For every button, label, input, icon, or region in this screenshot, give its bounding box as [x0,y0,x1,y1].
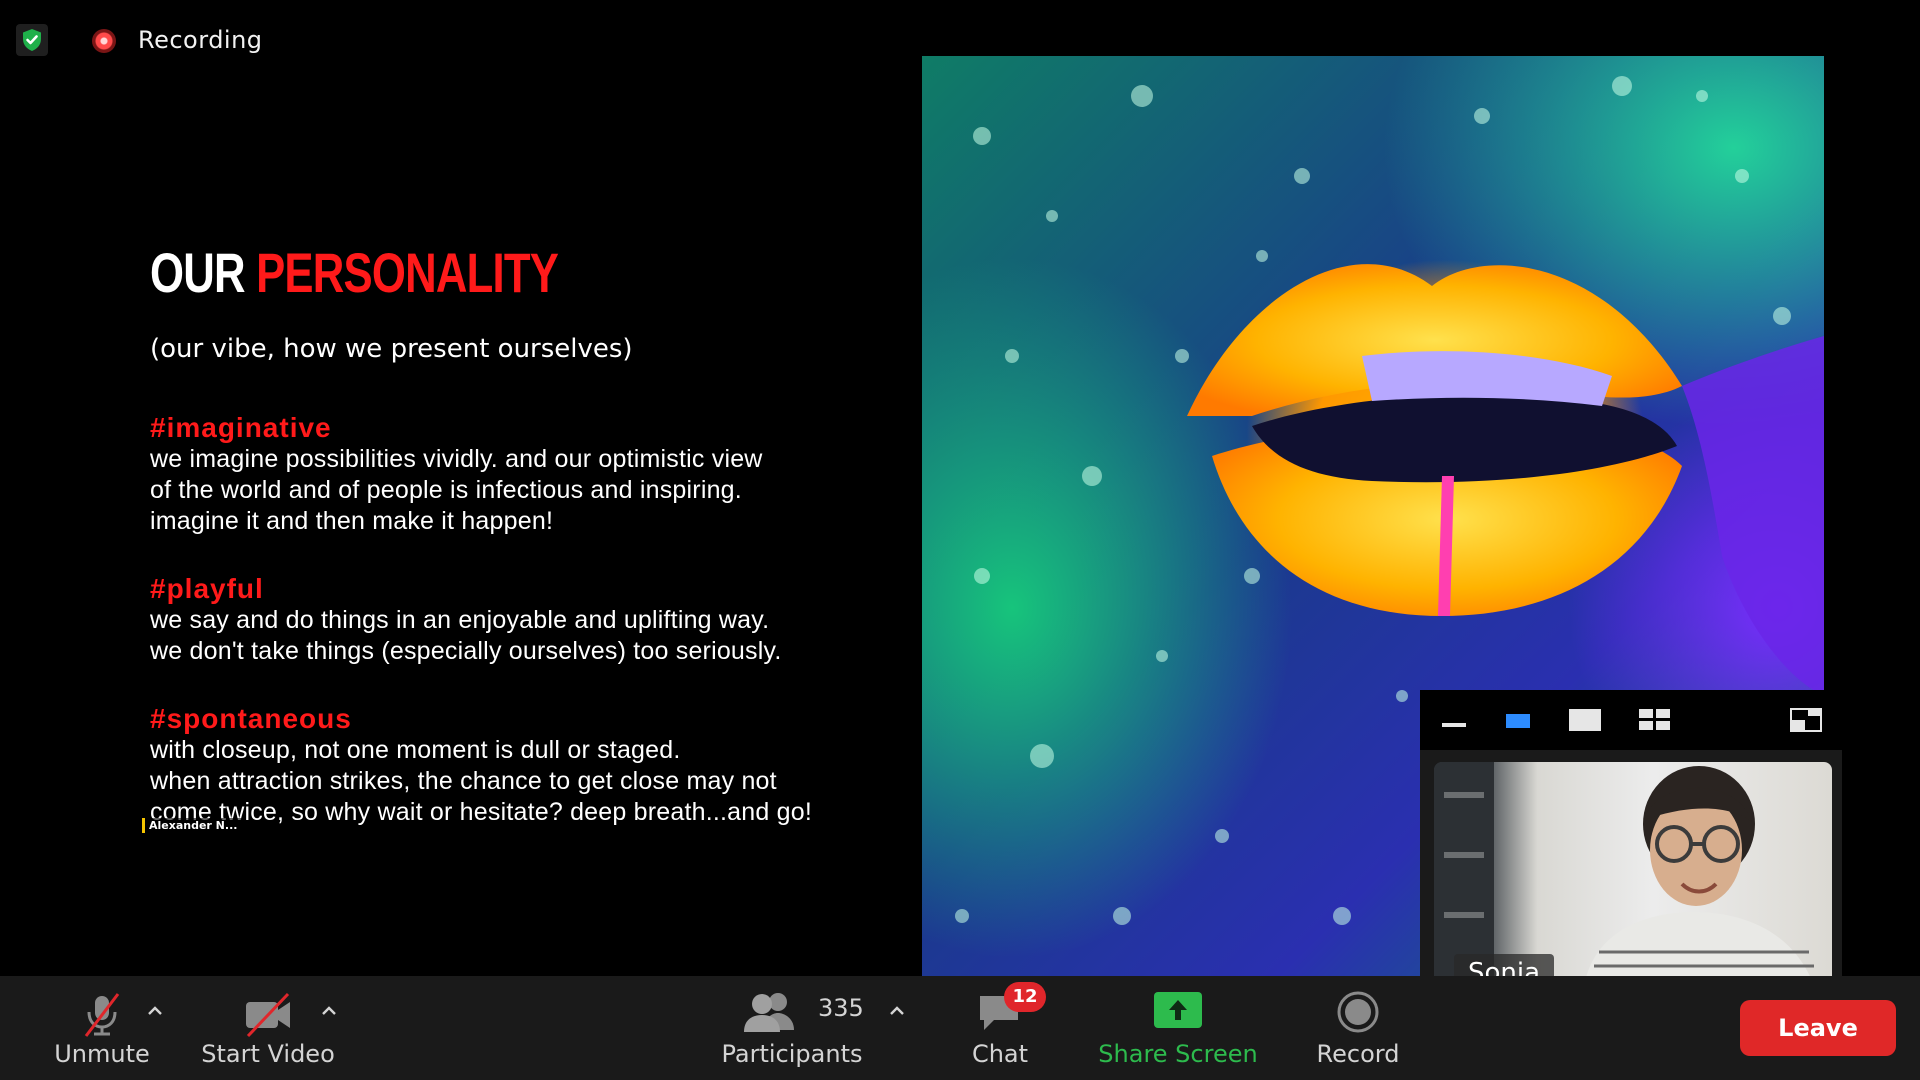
chat-label: Chat [971,1040,1029,1068]
chat-button[interactable]: 12 Chat [960,976,1046,1080]
participant-avatar-image [1434,762,1818,986]
trait-line: with closeup, not one moment is dull or … [150,736,681,764]
trait-line: we say and do things in an enjoyable and… [150,606,770,634]
leave-button[interactable]: Leave [1740,1000,1896,1056]
slide-title-part2: PERSONALITY [256,241,559,304]
share-screen-button[interactable]: Share Screen [1090,976,1266,1080]
trait-tag: #playful [150,573,264,604]
chevron-up-icon[interactable] [146,1002,164,1020]
record-button[interactable]: Record [1302,976,1414,1080]
participants-button[interactable]: 335 Participants [714,976,870,1080]
participant-video-thumbnail[interactable]: Sonia [1420,750,1842,998]
video-off-icon [246,992,290,1038]
participant-video-feed: Sonia [1434,762,1832,986]
trait-line: come twice, so why wait or hesitate? dee… [150,798,812,826]
chevron-up-icon[interactable] [888,1002,906,1020]
meeting-toolbar: Unmute Start Video 335 Participants 12 C… [0,976,1920,1080]
trait-imaginative: #imaginative we imagine possibilities vi… [150,412,910,537]
recording-dot-icon [92,29,116,53]
trait-playful: #playful we say and do things in an enjo… [150,573,910,667]
mic-muted-icon [84,993,120,1037]
trait-line: imagine it and then make it happen! [150,507,554,535]
share-screen-icon [1154,992,1202,1028]
share-screen-label: Share Screen [1098,1040,1258,1068]
record-label: Record [1316,1040,1400,1068]
presenter-name-tag: Alexander N... [142,818,242,833]
start-video-button[interactable]: Start Video [194,976,342,1080]
trait-spontaneous: #spontaneous with closeup, not one momen… [150,703,910,828]
trait-line: when attraction strikes, the chance to g… [150,767,777,795]
view-single-icon[interactable] [1568,708,1602,732]
trait-tag: #spontaneous [150,703,352,734]
slide-title-part1: OUR [150,241,257,304]
shield-check-icon[interactable] [16,24,48,56]
view-exit-icon[interactable] [1790,708,1822,732]
unmute-label: Unmute [54,1040,150,1068]
unmute-button[interactable]: Unmute [40,976,164,1080]
record-icon [1337,991,1379,1033]
view-speaker-icon[interactable] [1504,708,1532,732]
participants-icon [744,993,794,1032]
start-video-label: Start Video [201,1040,335,1068]
trait-line: we don't take things (especially ourselv… [150,637,782,665]
trait-tag: #imaginative [150,412,332,443]
video-view-controls [1420,690,1842,750]
slide-title: OUR PERSONALITY [150,240,743,308]
recording-label: Recording [138,26,263,54]
view-minimize-icon[interactable] [1440,708,1468,732]
view-gallery-icon[interactable] [1638,708,1672,732]
participants-count: 335 [818,994,864,1022]
chevron-up-icon[interactable] [320,1002,338,1020]
trait-line: of the world and of people is infectious… [150,476,742,504]
trait-line: we imagine possibilities vividly. and ou… [150,445,763,473]
chat-unread-badge: 12 [1004,982,1046,1012]
slide-text-block: OUR PERSONALITY (our vibe, how we presen… [150,240,910,828]
participants-label: Participants [721,1040,863,1068]
slide-subtitle: (our vibe, how we present ourselves) [150,334,633,364]
